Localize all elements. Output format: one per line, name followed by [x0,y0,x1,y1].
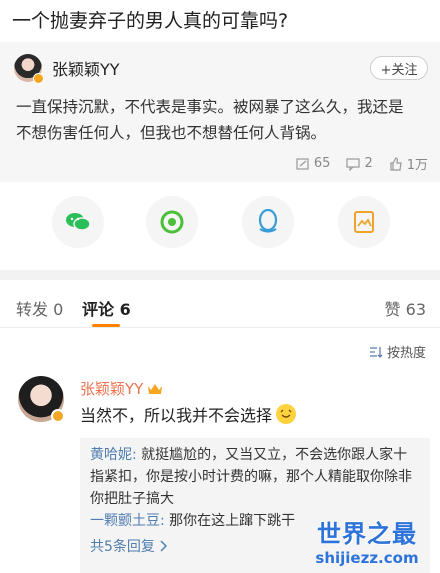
wechat-icon [66,213,91,231]
moments-icon [160,210,184,234]
like-stat[interactable]: 1万 [389,154,428,173]
reply-username[interactable]: 一颗颤土豆: [90,513,165,529]
share-wechat-button[interactable] [52,196,104,248]
commenter-name-row: 张颖颖YY [80,378,163,399]
reply-username[interactable]: 黄哈妮: [90,447,137,463]
tab-like[interactable]: 赞 63 [385,296,426,320]
tab-repost[interactable]: 转发 0 [16,296,63,320]
tab-comment[interactable]: 评论 6 [82,296,131,320]
like-count: 1万 [406,158,428,173]
comment-text-row: 当然不，所以我并不会选择 [80,402,297,426]
site-watermark: 世界之最 shijiezz.com [302,514,432,567]
crown-icon [148,384,163,394]
post-username[interactable]: 张颖颖YY [52,56,120,80]
comment-text: 当然不，所以我并不会选择 [80,406,273,425]
share-moments-button[interactable] [146,196,198,248]
follow-button[interactable]: +关注 [370,56,428,80]
active-tab-indicator [92,324,120,327]
laughing-emoji-icon [276,404,297,424]
qq-icon [258,209,278,233]
share-row [0,196,440,252]
post-text: 一直保持沉默，不代表是事实。被网暴了这么久，我还是不想伤害任何人，但我也不想替任… [16,98,404,142]
post-stats: 65 2 1万 [296,154,428,173]
avatar[interactable] [14,54,44,84]
sort-toggle[interactable]: 按热度 [369,342,426,361]
interaction-tabs: 转发 0 评论 6 赞 63 [0,280,440,328]
repost-count: 65 [313,156,331,171]
save-image-icon [354,211,374,233]
verified-badge-icon [51,409,65,423]
sort-icon [369,346,383,358]
comment-stat[interactable]: 2 [346,154,373,173]
commenter-avatar[interactable] [18,376,65,423]
comment-icon [346,157,361,171]
more-replies-label: 共5条回复 [90,539,155,555]
watermark-url: shijiezz.com [315,549,419,567]
sort-label: 按热度 [386,346,426,361]
watermark-title: 世界之最 [317,520,417,548]
comment-count: 2 [364,156,373,171]
thumbs-up-icon [390,156,402,171]
repost-icon [296,157,309,170]
section-divider [0,270,440,280]
reply-text: 就挺尴尬的，又当又立，不会选你跟人家十指紧扣，你是按小时计费的嘛，那个人精能取你… [90,447,412,507]
verified-badge-icon [33,73,44,84]
share-qq-button[interactable] [242,196,294,248]
reply-text: 那你在这上蹿下跳干 [164,513,296,529]
post-header: 张颖颖YY [14,54,120,84]
repost-stat[interactable]: 65 [296,154,331,173]
commenter-name[interactable]: 张颖颖YY [80,378,143,399]
chevron-right-icon [160,540,167,552]
weibo-post-card[interactable]: 张颖颖YY +关注 一直保持沉默，不代表是事实。被网暴了这么久，我还是不想伤害任… [0,42,440,182]
reply-item: 黄哈妮: 就挺尴尬的，又当又立，不会选你跟人家十指紧扣，你是按小时计费的嘛，那个… [90,444,420,510]
page-title: 一个抛妻弃子的男人真的可靠吗? [12,10,289,32]
save-image-button[interactable] [338,196,390,248]
